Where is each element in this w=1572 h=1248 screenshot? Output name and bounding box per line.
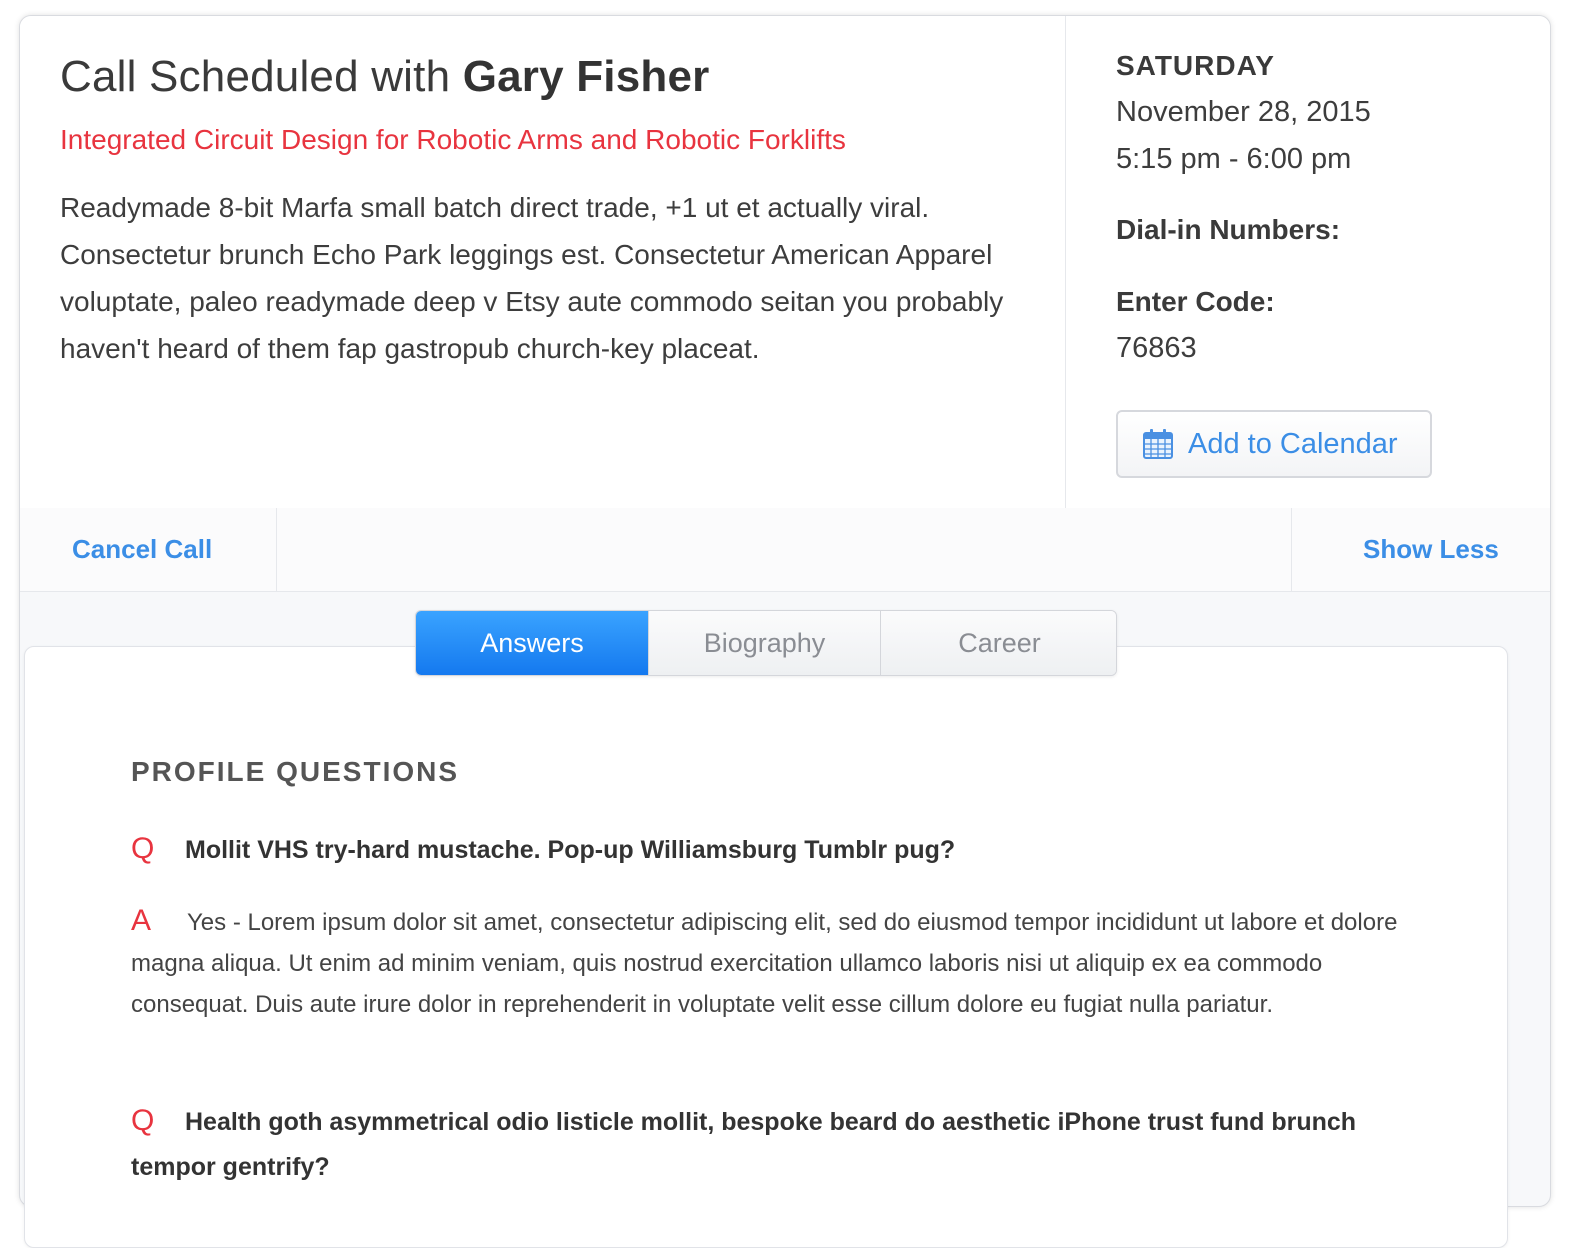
profile-questions-heading: PROFILE QUESTIONS xyxy=(131,756,460,787)
answer-text: Yes - Lorem ipsum dolor sit amet, consec… xyxy=(131,909,1398,1018)
question-item: Q Mollit VHS try-hard mustache. Pop-up Wi… xyxy=(131,826,1411,873)
tab-answers[interactable]: Answers xyxy=(416,611,649,675)
call-description: Readymade 8-bit Marfa small batch direct… xyxy=(60,192,1004,364)
expert-name: Gary Fisher xyxy=(462,52,710,101)
call-date: November 28, 2015 xyxy=(1116,96,1371,128)
call-time: 5:15 pm - 6:00 pm xyxy=(1116,143,1352,175)
calendar-icon xyxy=(1143,429,1173,459)
code-label: Enter Code: xyxy=(1116,286,1275,317)
call-details: Call Scheduled with Gary Fisher Integrat… xyxy=(20,16,1550,509)
code-value: 76863 xyxy=(1116,332,1197,364)
question-text: Mollit VHS try-hard mustache. Pop-up Wil… xyxy=(185,836,956,864)
action-bar: Cancel Call Show Less xyxy=(20,508,1550,592)
question-marker: Q xyxy=(131,1104,155,1137)
call-title: Call Scheduled with Gary Fisher xyxy=(60,52,709,102)
tab-career[interactable]: Career xyxy=(881,611,1116,675)
add-to-calendar-button[interactable]: Add to Calendar xyxy=(1116,410,1432,478)
question: Q Mollit VHS try-hard mustache. Pop-up Wi… xyxy=(131,826,1411,873)
answer-marker: A xyxy=(131,904,152,937)
dial-in-label: Dial-in Numbers: xyxy=(1116,214,1341,245)
answer: A Yes - Lorem ipsum dolor sit amet, conse… xyxy=(131,900,1411,1025)
cancel-call-button[interactable]: Cancel Call xyxy=(20,508,277,591)
title-prefix: Call Scheduled with xyxy=(60,52,451,101)
call-info: Call Scheduled with Gary Fisher Integrat… xyxy=(20,16,1066,508)
tab-biography[interactable]: Biography xyxy=(649,611,881,675)
schedule-info: SATURDAY November 28, 2015 5:15 pm - 6:0… xyxy=(1116,16,1536,508)
call-day: SATURDAY xyxy=(1116,50,1275,81)
question: Q Health goth asymmetrical odio listicle … xyxy=(131,1098,1411,1190)
add-to-calendar-label: Add to Calendar xyxy=(1188,427,1398,460)
answer-item: A Yes - Lorem ipsum dolor sit amet, conse… xyxy=(131,900,1411,1025)
tab-bar: Answers Biography Career xyxy=(415,610,1117,676)
question-marker: Q xyxy=(131,832,155,865)
show-less-button[interactable]: Show Less xyxy=(1291,508,1550,591)
project-title: Integrated Circuit Design for Robotic Ar… xyxy=(60,124,846,155)
question-text: Health goth asymmetrical odio listicle m… xyxy=(131,1108,1357,1181)
question-item: Q Health goth asymmetrical odio listicle … xyxy=(131,1098,1411,1190)
